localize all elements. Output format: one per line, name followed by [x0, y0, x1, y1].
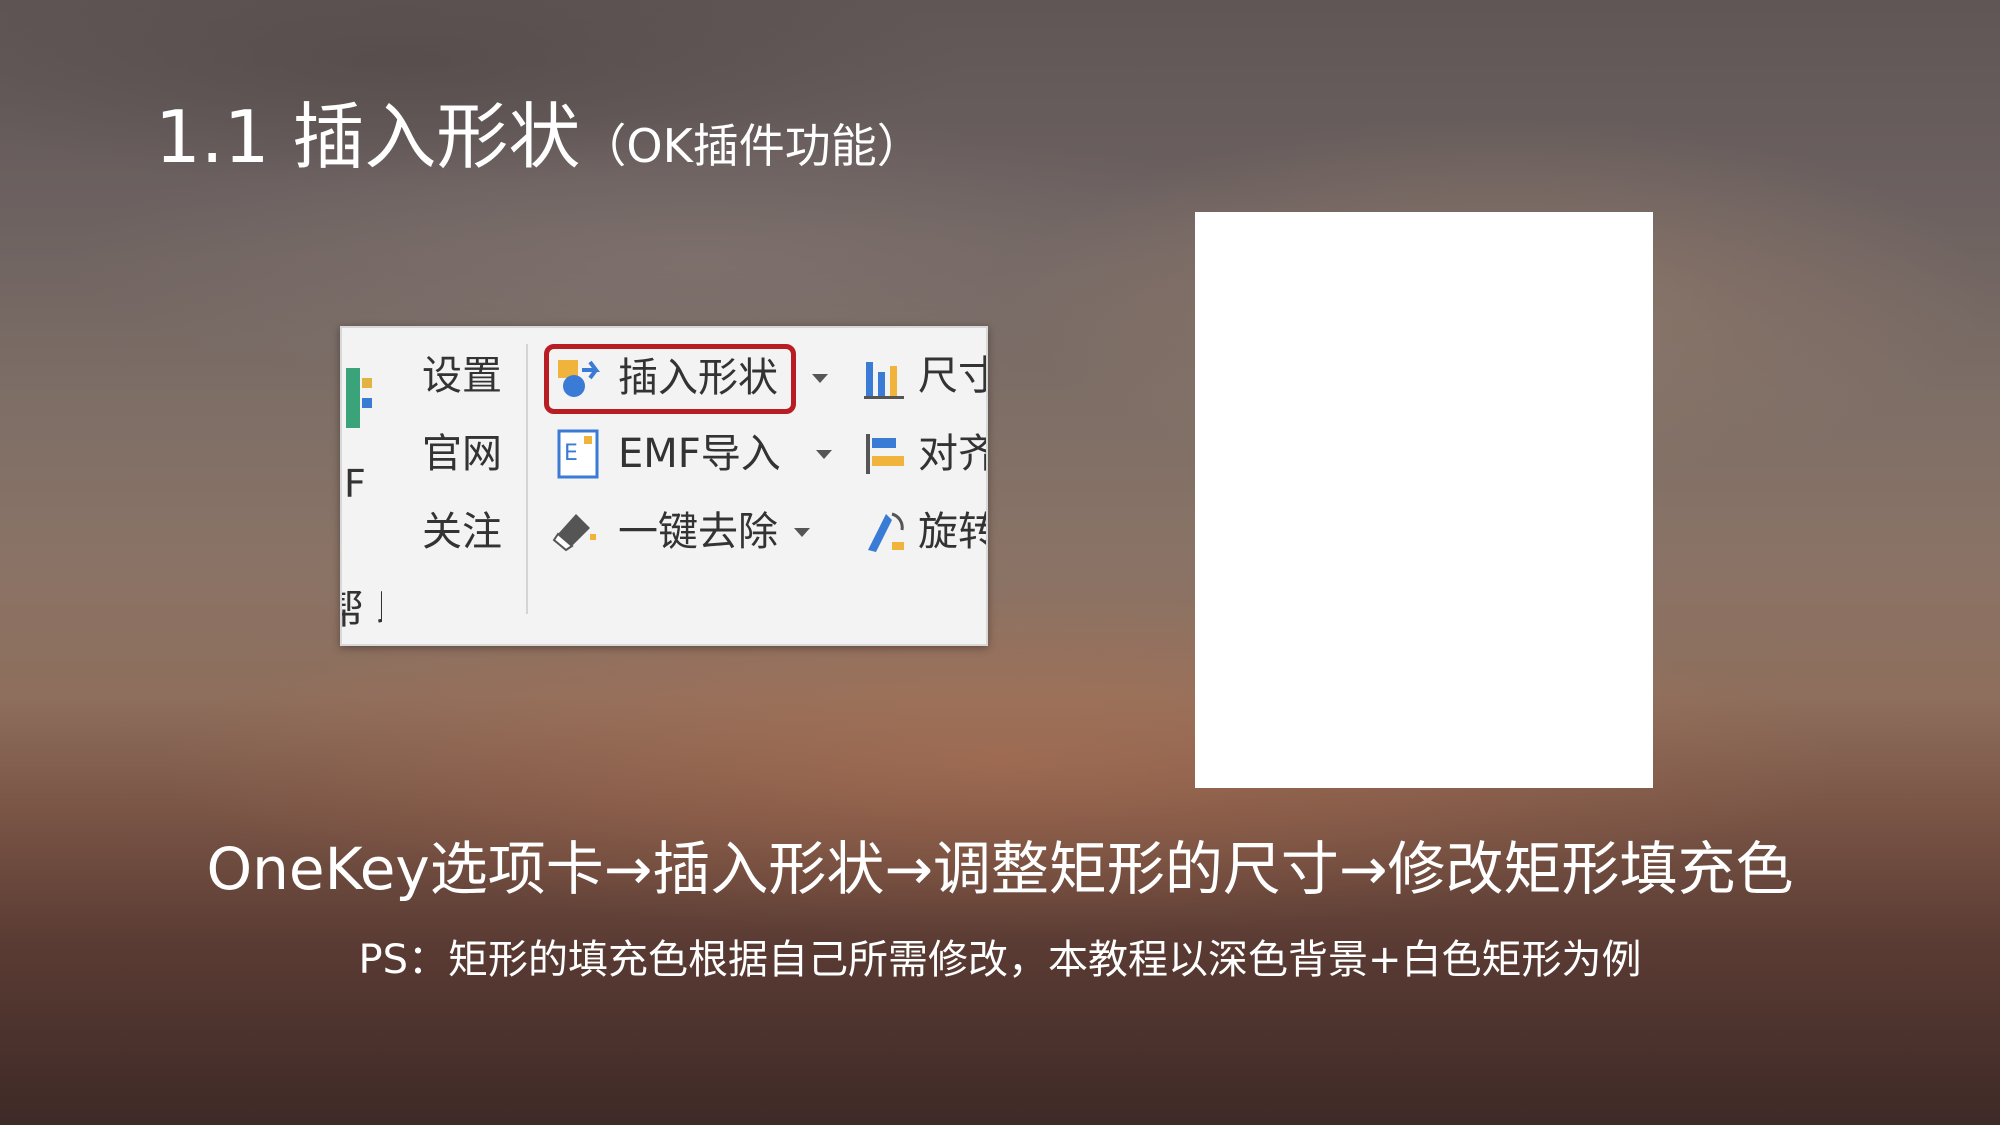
website-button[interactable]: 官网 — [422, 430, 502, 478]
size-icon — [864, 362, 904, 399]
rotate-icon — [868, 512, 904, 552]
ribbon-left-partial: F 帮 助 — [342, 328, 382, 644]
partial-app-icon — [346, 368, 372, 428]
eraser-icon — [552, 514, 596, 552]
ribbon-divider — [526, 344, 528, 614]
ribbon-screenshot: F 帮 助 设置 官网 关注 插入形状 E EMF导入 一键去除 尺寸 — [340, 326, 988, 646]
align-button[interactable]: 对齐 — [918, 430, 986, 478]
shape-insert-icon — [558, 360, 600, 397]
insert-shape-button[interactable]: 插入形状 — [618, 354, 778, 402]
instruction-line: OneKey选项卡→插入形状→调整矩形的尺寸→修改矩形填充色 — [206, 835, 1794, 903]
ribbon-partial-label-top: F — [344, 462, 366, 506]
align-icon — [866, 434, 904, 474]
ribbon-partial-label-bottom: 帮 助 — [342, 586, 382, 634]
white-rectangle-shape — [1195, 212, 1653, 788]
insert-shape-dropdown-caret[interactable] — [812, 374, 828, 383]
emf-icon: E — [557, 429, 599, 479]
ribbon-right-partial: 尺寸 对齐 旋转 — [862, 328, 986, 644]
slide-title: 1.1 插入形状（OK插件功能） — [155, 92, 923, 191]
follow-button[interactable]: 关注 — [422, 508, 502, 556]
rotate-button[interactable]: 旋转 — [918, 508, 986, 556]
one-click-remove-button[interactable]: 一键去除 — [618, 508, 778, 556]
one-click-remove-dropdown-caret[interactable] — [794, 528, 810, 537]
emf-import-button[interactable]: EMF导入 — [618, 430, 781, 478]
settings-button[interactable]: 设置 — [422, 352, 502, 400]
emf-import-dropdown-caret[interactable] — [816, 450, 832, 459]
size-button[interactable]: 尺寸 — [918, 352, 986, 400]
ps-note: PS：矩形的填充色根据自己所需修改，本教程以深色背景+白色矩形为例 — [358, 937, 1642, 983]
title-sub: （OK插件功能） — [580, 119, 923, 173]
title-main: 1.1 插入形状 — [155, 95, 581, 179]
svg-text:E: E — [564, 441, 578, 466]
